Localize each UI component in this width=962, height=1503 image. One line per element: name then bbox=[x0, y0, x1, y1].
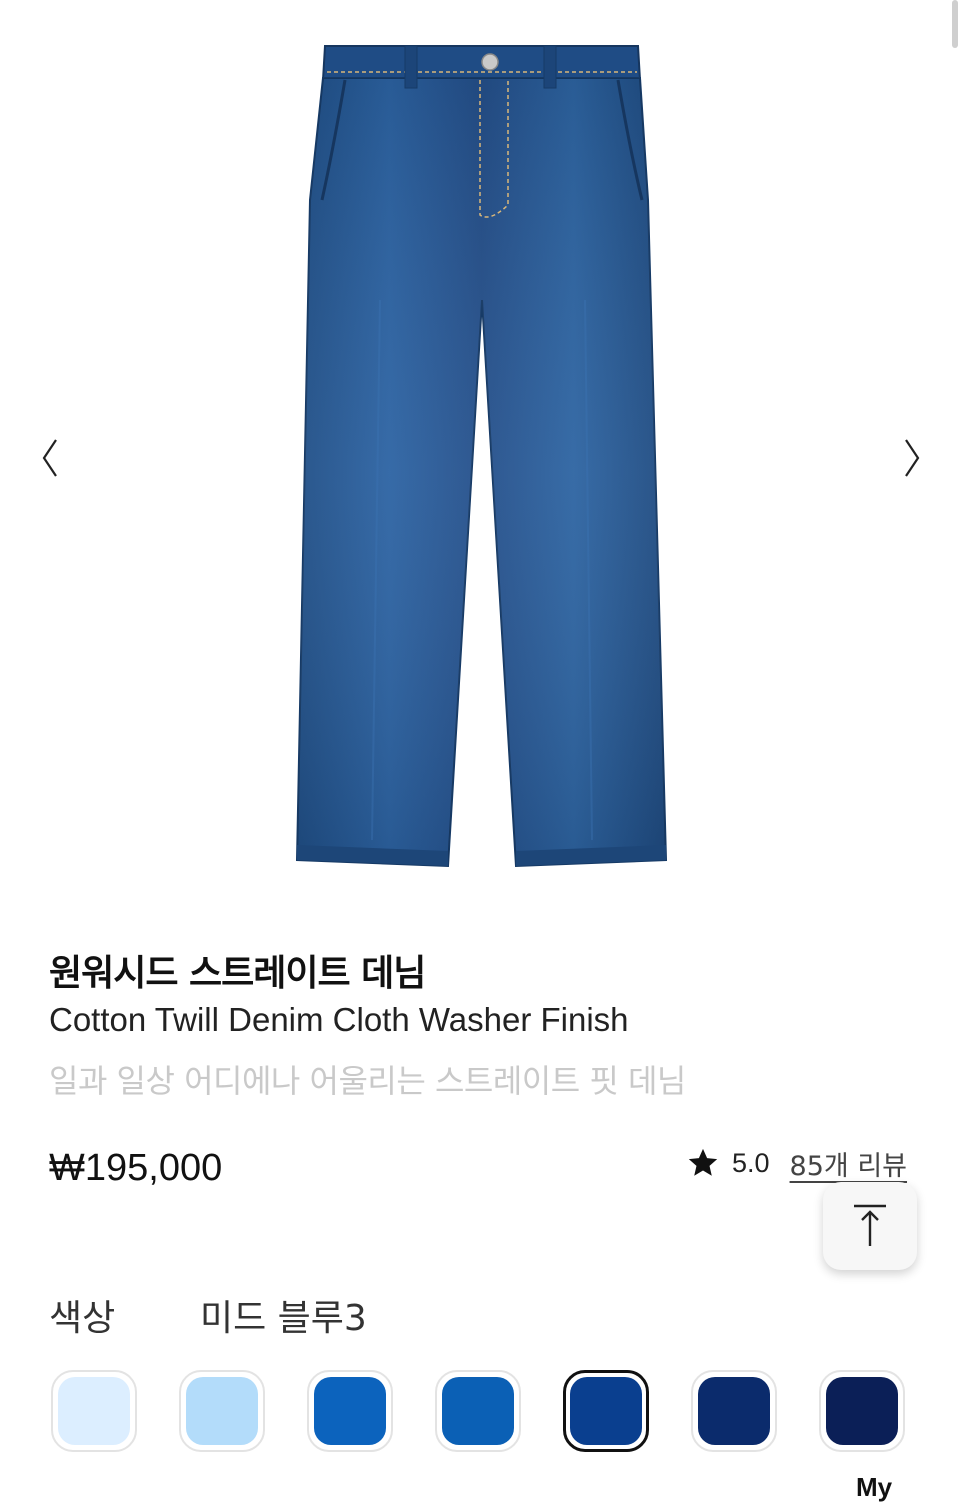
swatch-fill bbox=[826, 1377, 898, 1445]
next-image-button[interactable] bbox=[892, 432, 932, 484]
swatch-caption: My bbox=[856, 1472, 893, 1502]
product-gallery bbox=[0, 0, 962, 910]
selected-color-name: 미드 블루3 bbox=[200, 1298, 367, 1339]
color-swatch-7[interactable] bbox=[819, 1370, 905, 1452]
reviews-link[interactable]: 85개 리뷰 bbox=[790, 1144, 907, 1183]
color-swatch-2[interactable] bbox=[179, 1370, 265, 1452]
scroll-to-top-button[interactable] bbox=[823, 1182, 917, 1270]
color-swatch-5-selected[interactable] bbox=[563, 1370, 649, 1452]
swatch-fill bbox=[314, 1377, 386, 1445]
color-swatch-4[interactable] bbox=[435, 1370, 521, 1452]
product-price: ₩195,000 bbox=[49, 1147, 223, 1189]
prev-image-button[interactable] bbox=[30, 432, 70, 484]
swatch-fill bbox=[58, 1377, 130, 1445]
product-subtitle: Cotton Twill Denim Cloth Washer Finish bbox=[49, 1001, 629, 1038]
arrow-up-to-top-icon bbox=[854, 1204, 886, 1246]
product-image bbox=[295, 45, 668, 868]
rating-summary: 5.0 85개 리뷰 bbox=[686, 1143, 907, 1183]
chevron-left-icon bbox=[42, 439, 57, 477]
product-title: 원워시드 스트레이트 데님 bbox=[49, 953, 426, 994]
color-label: 색상 bbox=[49, 1298, 116, 1339]
product-tagline: 일과 일상 어디에나 어울리는 스트레이트 핏 데님 bbox=[49, 1062, 686, 1100]
color-swatch-6[interactable] bbox=[691, 1370, 777, 1452]
swatch-fill bbox=[442, 1377, 514, 1445]
rating-value: 5.0 bbox=[732, 1147, 770, 1178]
star-icon bbox=[686, 1146, 720, 1180]
chevron-right-icon bbox=[905, 439, 920, 477]
color-swatch-3[interactable] bbox=[307, 1370, 393, 1452]
color-swatch-1[interactable] bbox=[51, 1370, 137, 1452]
swatch-fill bbox=[570, 1377, 642, 1445]
swatch-fill bbox=[186, 1377, 258, 1445]
swatch-fill bbox=[698, 1377, 770, 1445]
